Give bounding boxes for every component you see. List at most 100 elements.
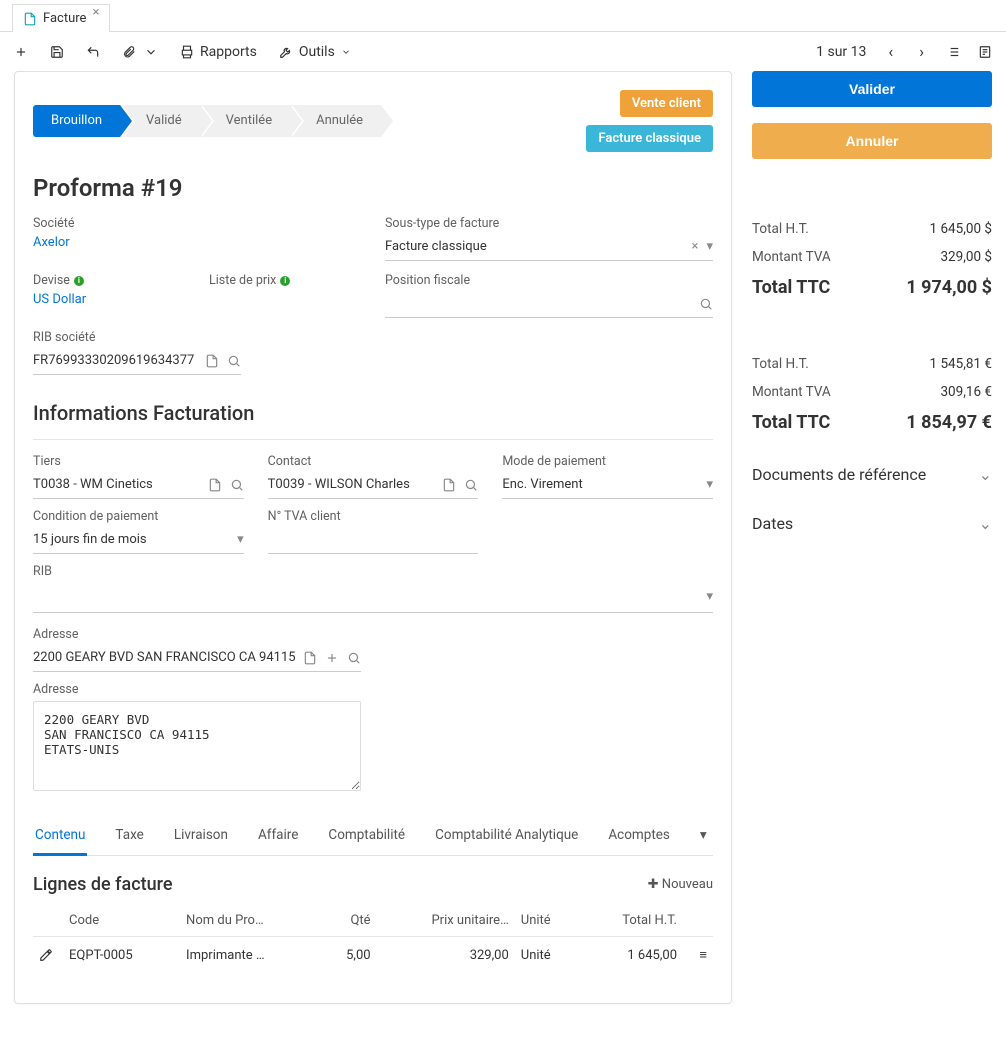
tab-taxe[interactable]: Taxe xyxy=(113,817,145,855)
subtype-value: Facture classique xyxy=(385,239,487,254)
step-brouillon[interactable]: Brouillon xyxy=(33,105,120,137)
col-name[interactable]: Nom du Pro… xyxy=(180,905,320,937)
save-button[interactable] xyxy=(50,45,64,59)
new-button[interactable] xyxy=(14,45,28,59)
tools-label: Outils xyxy=(299,44,335,60)
col-unit[interactable]: Unité xyxy=(515,905,580,937)
contact-label: Contact xyxy=(268,454,479,469)
partner-value: T0038 - WM Cinetics xyxy=(33,477,153,492)
tab-facture[interactable]: Facture × xyxy=(12,4,110,32)
currency-label: Devise i xyxy=(33,273,185,288)
tab-compta[interactable]: Comptabilité xyxy=(326,817,407,855)
address-textarea[interactable]: 2200 GEARY BVD SAN FRANCISCO CA 94115 ET… xyxy=(33,701,361,791)
pricelist-label: Liste de prix i xyxy=(209,273,361,288)
col-total-ht[interactable]: Total H.T. xyxy=(580,905,683,937)
tab-more[interactable]: ▾ xyxy=(698,817,709,855)
subtype-label: Sous-type de facture xyxy=(385,216,713,231)
validate-button[interactable]: Valider xyxy=(752,71,992,107)
payment-cond-select[interactable]: 15 jours fin de mois ▾ xyxy=(33,528,244,554)
cell-code: EQPT-0005 xyxy=(63,937,180,974)
tab-contenu[interactable]: Contenu xyxy=(33,817,87,856)
pager-prev[interactable]: ‹ xyxy=(884,42,897,61)
company-label: Société xyxy=(33,216,361,231)
lines-title: Lignes de facture xyxy=(33,874,172,895)
col-unit-price[interactable]: Prix unitaire… xyxy=(377,905,515,937)
address-label: Adresse xyxy=(33,627,361,642)
address-block-label: Adresse xyxy=(33,682,361,697)
currency-link[interactable]: US Dollar xyxy=(33,292,86,307)
attach-button[interactable] xyxy=(122,45,136,59)
file-icon[interactable] xyxy=(205,353,219,368)
info-icon[interactable]: i xyxy=(74,276,84,286)
tab-compta-analytique[interactable]: Comptabilité Analytique xyxy=(433,817,580,855)
new-line-button[interactable]: ✚ Nouveau xyxy=(648,877,713,892)
divider xyxy=(33,439,713,440)
tools-button[interactable]: Outils xyxy=(279,44,351,60)
tab-acomptes[interactable]: Acomptes xyxy=(606,817,672,855)
partner-field[interactable]: T0038 - WM Cinetics xyxy=(33,473,244,499)
plus-icon[interactable] xyxy=(325,650,339,665)
col-code[interactable]: Code xyxy=(63,905,180,937)
contact-field[interactable]: T0039 - WILSON Charles xyxy=(268,473,479,499)
company-rib-label: RIB société xyxy=(33,330,241,345)
search-icon[interactable] xyxy=(464,477,478,492)
search-icon[interactable] xyxy=(347,650,361,665)
cancel-button[interactable]: Annuler xyxy=(752,123,992,159)
chevron-down-icon[interactable]: ▾ xyxy=(237,532,244,547)
file-icon[interactable] xyxy=(208,477,222,492)
payment-mode-select[interactable]: Enc. Virement ▾ xyxy=(502,473,713,499)
vat-label: N° TVA client xyxy=(268,509,479,524)
subtype-select[interactable]: Facture classique × ▾ xyxy=(385,235,713,261)
fiscal-position-select[interactable] xyxy=(385,292,713,318)
total-tva-eur-value: 309,16 € xyxy=(940,384,992,400)
table-row[interactable]: EQPT-0005 Imprimante … 5,00 329,00 Unité… xyxy=(33,937,713,974)
attach-dropdown[interactable] xyxy=(144,45,158,59)
chevron-down-icon: ⌄ xyxy=(979,465,992,484)
tab-affaire[interactable]: Affaire xyxy=(256,817,300,855)
tab-livraison[interactable]: Livraison xyxy=(172,817,230,855)
badge-sale-type: Vente client xyxy=(620,90,713,117)
inner-tabs: Contenu Taxe Livraison Affaire Comptabil… xyxy=(33,817,713,856)
tab-title: Facture xyxy=(43,11,86,26)
rib-select[interactable]: ▾ xyxy=(33,583,713,613)
address-inline: 2200 GEARY BVD SAN FRANCISCO CA 94115 xyxy=(33,650,296,665)
reports-button[interactable]: Rapports xyxy=(180,44,257,60)
list-view-button[interactable] xyxy=(946,45,960,59)
file-icon[interactable] xyxy=(442,477,456,492)
info-icon[interactable]: i xyxy=(280,276,290,286)
lines-table: Code Nom du Pro… Qté Prix unitaire… Unit… xyxy=(33,905,713,973)
payment-mode-value: Enc. Virement xyxy=(502,477,582,492)
chevron-down-icon[interactable]: ▾ xyxy=(706,477,713,492)
total-tva-eur-label: Montant TVA xyxy=(752,384,831,400)
menu-icon[interactable]: ≡ xyxy=(699,948,707,963)
edit-icon[interactable] xyxy=(39,948,53,963)
chevron-down-icon[interactable]: ▾ xyxy=(706,589,713,604)
total-ht-eur-label: Total H.T. xyxy=(752,356,809,372)
col-qty[interactable]: Qté xyxy=(320,905,376,937)
chevron-down-icon[interactable]: ▾ xyxy=(706,239,713,254)
rib-label: RIB xyxy=(33,564,713,579)
form-view-button[interactable] xyxy=(978,45,992,59)
payment-cond-label: Condition de paiement xyxy=(33,509,244,524)
vat-input[interactable] xyxy=(268,528,479,554)
main-card: Brouillon Validé Ventilée Annulée Vente … xyxy=(14,71,732,1004)
undo-button[interactable] xyxy=(86,45,100,59)
company-link[interactable]: Axelor xyxy=(33,235,70,250)
contact-value: T0039 - WILSON Charles xyxy=(268,477,410,492)
file-icon[interactable] xyxy=(303,650,317,665)
close-icon[interactable]: × xyxy=(92,5,99,20)
address-field[interactable]: 2200 GEARY BVD SAN FRANCISCO CA 94115 xyxy=(33,646,361,672)
dates-collapse[interactable]: Dates ⌄ xyxy=(752,504,992,543)
ref-docs-label: Documents de référence xyxy=(752,465,926,484)
search-icon[interactable] xyxy=(230,477,244,492)
pager-next[interactable]: › xyxy=(915,42,928,61)
search-icon[interactable] xyxy=(227,353,241,368)
payment-mode-label: Mode de paiement xyxy=(502,454,713,469)
search-icon[interactable] xyxy=(699,296,713,311)
clear-icon[interactable]: × xyxy=(692,239,699,254)
partner-label: Tiers xyxy=(33,454,244,469)
total-ttc-value: 1 974,00 $ xyxy=(906,277,992,298)
total-ttc-eur-value: 1 854,97 € xyxy=(906,412,992,433)
company-rib-field[interactable]: FR76993330209619634377 xyxy=(33,349,241,375)
ref-docs-collapse[interactable]: Documents de référence ⌄ xyxy=(752,455,992,494)
